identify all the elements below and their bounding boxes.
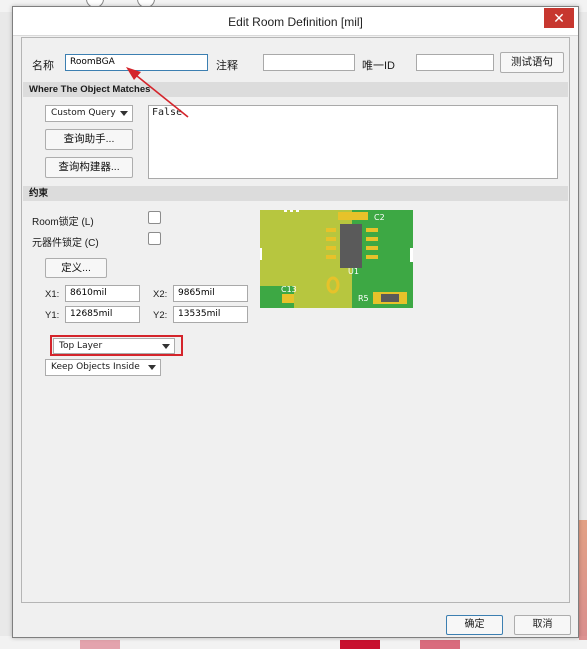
arrow-line [131,71,189,118]
annotation-arrow [126,67,189,118]
